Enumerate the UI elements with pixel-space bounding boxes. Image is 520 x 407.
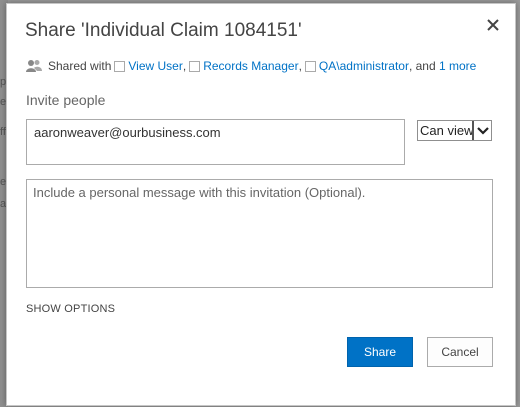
user-presence-icon — [189, 60, 201, 72]
shared-user-link[interactable]: View User — [128, 59, 182, 73]
shared-with-row: Shared with View User, Records Manager , … — [26, 59, 476, 73]
more-users-link[interactable]: 1 more — [439, 59, 476, 73]
and-text: , and — [408, 59, 436, 73]
chevron-down-icon[interactable] — [472, 121, 491, 140]
cancel-button[interactable]: Cancel — [427, 337, 493, 367]
user-presence-icon — [304, 60, 316, 72]
share-dialog: Share 'Individual Claim 1084151' Shared … — [6, 3, 516, 406]
people-icon — [26, 60, 42, 72]
shared-user-link[interactable]: QA\administrator — [319, 59, 409, 73]
invite-people-label: Invite people — [26, 92, 106, 108]
shared-with-label: Shared with — [48, 59, 112, 73]
show-options-link[interactable]: SHOW OPTIONS — [26, 303, 115, 315]
user-presence-icon — [114, 60, 126, 72]
separator: , — [182, 59, 187, 73]
invite-people-input[interactable]: aaronweaver@ourbusiness.com — [26, 119, 405, 165]
personal-message-input[interactable]: Include a personal message with this inv… — [26, 179, 493, 288]
permission-select[interactable]: Can view — [417, 120, 492, 141]
dialog-title: Share 'Individual Claim 1084151' — [25, 20, 302, 41]
separator: , — [298, 59, 302, 73]
share-button[interactable]: Share — [347, 337, 413, 367]
close-icon[interactable] — [485, 17, 501, 33]
shared-user-link[interactable]: Records Manager — [203, 59, 298, 73]
permission-select-value: Can view — [420, 123, 474, 138]
